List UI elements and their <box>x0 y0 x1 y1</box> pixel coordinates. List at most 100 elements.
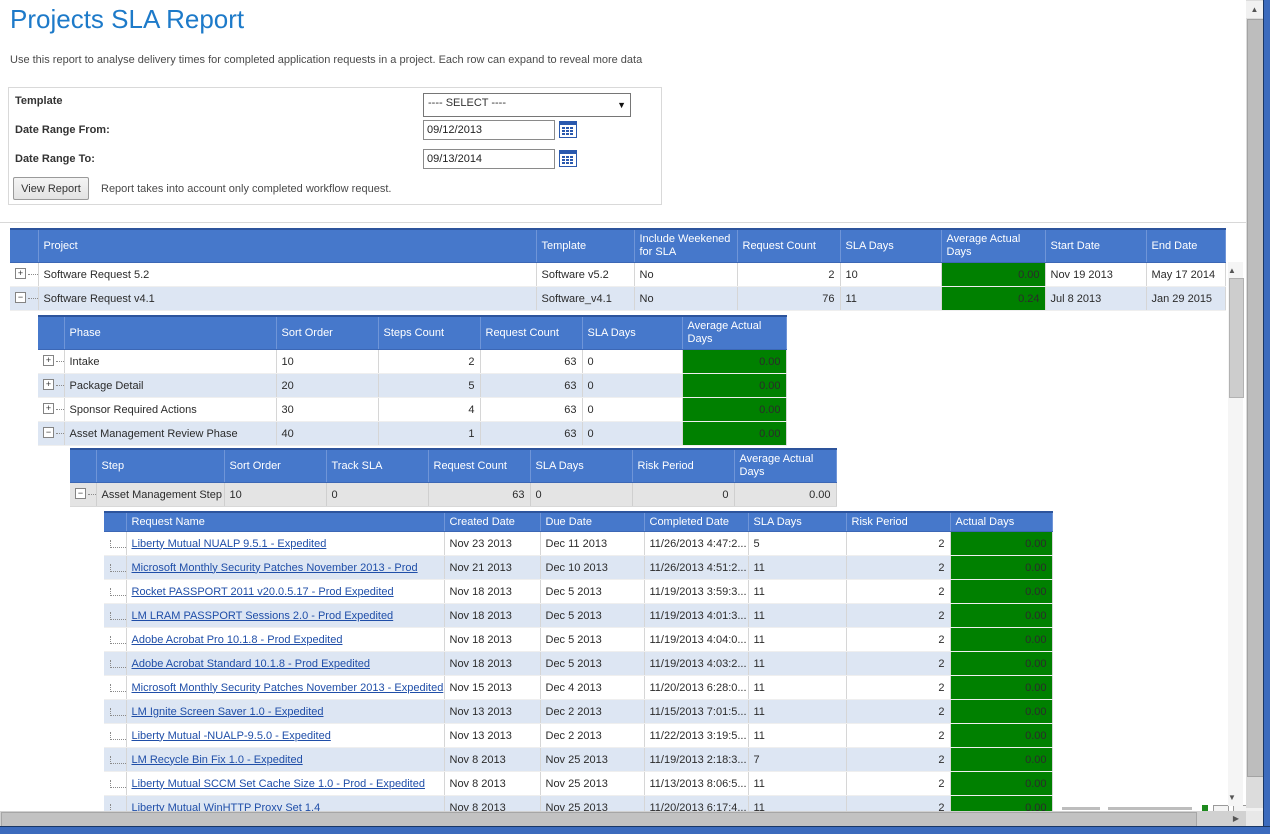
report-vscroll-thumb[interactable] <box>1229 278 1244 398</box>
cell-steps-count: 1 <box>378 422 480 446</box>
window-border-right <box>1263 0 1270 834</box>
cell-sla-days: 11 <box>748 556 846 580</box>
scroll-down-icon[interactable]: ▼ <box>1228 790 1243 805</box>
cell-risk-period: 0 <box>632 483 734 507</box>
cell-start-date: Nov 19 2013 <box>1045 263 1146 287</box>
cell-steps-count: 5 <box>378 374 480 398</box>
cell-request-count: 63 <box>480 422 582 446</box>
expander-cell <box>104 580 126 604</box>
cell-step: Asset Management Step <box>96 483 224 507</box>
cell-created-date: Nov 13 2013 <box>444 700 540 724</box>
cell-sla-days: 5 <box>748 532 846 556</box>
cell-request-count: 2 <box>737 263 840 287</box>
table-row: Liberty Mutual SCCM Set Cache Size 1.0 -… <box>104 772 1052 796</box>
col-header-avg-actual-days: Average Actual Days <box>941 229 1045 263</box>
cell-request-name: LM Ignite Screen Saver 1.0 - Expedited <box>126 700 444 724</box>
cell-phase: Intake <box>64 350 276 374</box>
expander-cell <box>104 676 126 700</box>
collapse-minus-icon[interactable]: − <box>15 292 26 303</box>
collapse-minus-icon[interactable]: − <box>43 427 54 438</box>
cell-actual-days: 0.00 <box>950 748 1052 772</box>
cell-phase: Package Detail <box>64 374 276 398</box>
expand-plus-icon[interactable]: + <box>43 355 54 366</box>
cell-request-name: Adobe Acrobat Pro 10.1.8 - Prod Expedite… <box>126 628 444 652</box>
cell-steps-count: 2 <box>378 350 480 374</box>
cell-request-name: LM LRAM PASSPORT Sessions 2.0 - Prod Exp… <box>126 604 444 628</box>
expander-cell <box>104 748 126 772</box>
cell-due-date: Nov 25 2013 <box>540 748 644 772</box>
hscroll-thumb[interactable] <box>1 812 1197 827</box>
expander-cell <box>104 604 126 628</box>
tree-branch <box>110 540 126 548</box>
request-link[interactable]: LM LRAM PASSPORT Sessions 2.0 - Prod Exp… <box>132 610 394 622</box>
page-description: Use this report to analyse delivery time… <box>10 54 642 66</box>
expand-plus-icon[interactable]: + <box>15 268 26 279</box>
scroll-right-icon[interactable]: ▶ <box>1228 811 1244 826</box>
col-header-request-count: Request Count <box>428 449 530 483</box>
cell-phase: Asset Management Review Phase <box>64 422 276 446</box>
request-link[interactable]: Adobe Acrobat Pro 10.1.8 - Prod Expedite… <box>132 634 343 646</box>
cell-actual-days: 0.00 <box>950 652 1052 676</box>
cell-track-sla: 0 <box>326 483 428 507</box>
cell-due-date: Dec 5 2013 <box>540 604 644 628</box>
tree-branch <box>56 406 64 410</box>
template-select[interactable]: ---- SELECT ---- ▼ <box>423 93 631 117</box>
col-header-sla-days: SLA Days <box>582 316 682 350</box>
request-link[interactable]: LM Ignite Screen Saver 1.0 - Expedited <box>132 706 324 718</box>
request-link[interactable]: Microsoft Monthly Security Patches Novem… <box>132 682 444 694</box>
horizontal-scrollbar[interactable]: ▶ <box>0 811 1246 826</box>
cell-completed-date: 11/19/2013 2:18:3... <box>644 748 748 772</box>
cell-created-date: Nov 8 2013 <box>444 748 540 772</box>
phase-table: PhaseSort OrderSteps CountRequest CountS… <box>38 315 787 446</box>
cell-sort-order: 10 <box>224 483 326 507</box>
report-vertical-scrollbar[interactable]: ▲ ▼ <box>1228 262 1243 806</box>
request-link[interactable]: Liberty Mutual -NUALP-9.5.0 - Expedited <box>132 730 331 742</box>
page-vscroll-thumb[interactable] <box>1247 19 1264 777</box>
request-link[interactable]: Liberty Mutual SCCM Set Cache Size 1.0 -… <box>132 778 425 790</box>
cell-completed-date: 11/26/2013 4:47:2... <box>644 532 748 556</box>
collapse-minus-icon[interactable]: − <box>75 488 86 499</box>
cell-risk-period: 2 <box>846 532 950 556</box>
calendar-icon[interactable] <box>559 150 577 167</box>
request-link[interactable]: Rocket PASSPORT 2011 v20.0.5.17 - Prod E… <box>132 586 394 598</box>
clipped-status-bar <box>0 804 1246 811</box>
cell-request-count: 63 <box>480 374 582 398</box>
cell-sla-days: 0 <box>582 374 682 398</box>
tree-branch <box>56 430 64 434</box>
request-link[interactable]: Adobe Acrobat Standard 10.1.8 - Prod Exp… <box>132 658 371 670</box>
table-row: Microsoft Monthly Security Patches Novem… <box>104 676 1052 700</box>
request-link[interactable]: LM Recycle Bin Fix 1.0 - Expedited <box>132 754 303 766</box>
cell-sort-order: 10 <box>276 350 378 374</box>
cell-sla-days: 11 <box>748 652 846 676</box>
cell-due-date: Dec 10 2013 <box>540 556 644 580</box>
cell-sla-days: 0 <box>582 422 682 446</box>
expand-plus-icon[interactable]: + <box>43 379 54 390</box>
calendar-icon[interactable] <box>559 121 577 138</box>
cell-actual-days: 0.00 <box>950 676 1052 700</box>
expand-plus-icon[interactable]: + <box>43 403 54 414</box>
tree-branch <box>110 732 126 740</box>
date-to-input[interactable] <box>423 149 555 169</box>
col-header-sort-order: Sort Order <box>276 316 378 350</box>
tree-branch <box>110 780 126 788</box>
cell-completed-date: 11/19/2013 4:03:2... <box>644 652 748 676</box>
col-header-template: Template <box>536 229 634 263</box>
col-header-sla-days: SLA Days <box>840 229 941 263</box>
cell-avg-actual-days: 0.00 <box>682 350 786 374</box>
request-link[interactable]: Microsoft Monthly Security Patches Novem… <box>132 562 418 574</box>
table-row: Adobe Acrobat Standard 10.1.8 - Prod Exp… <box>104 652 1052 676</box>
page-vertical-scrollbar[interactable]: ▲ ▼ <box>1246 0 1263 826</box>
cell-due-date: Dec 4 2013 <box>540 676 644 700</box>
date-from-input[interactable] <box>423 120 555 140</box>
scroll-up-icon[interactable]: ▲ <box>1228 263 1243 278</box>
cell-created-date: Nov 8 2013 <box>444 772 540 796</box>
projects-sla-report-page: Projects SLA Report Use this report to a… <box>0 0 1270 834</box>
cell-sla-days: 0 <box>582 350 682 374</box>
scroll-up-icon[interactable]: ▲ <box>1246 1 1263 18</box>
col-header-risk-period: Risk Period <box>632 449 734 483</box>
tree-branch <box>28 271 38 275</box>
view-report-button[interactable]: View Report <box>13 177 89 200</box>
expander-col-header <box>10 229 38 263</box>
col-header-sort-order: Sort Order <box>224 449 326 483</box>
request-link[interactable]: Liberty Mutual NUALP 9.5.1 - Expedited <box>132 538 327 550</box>
